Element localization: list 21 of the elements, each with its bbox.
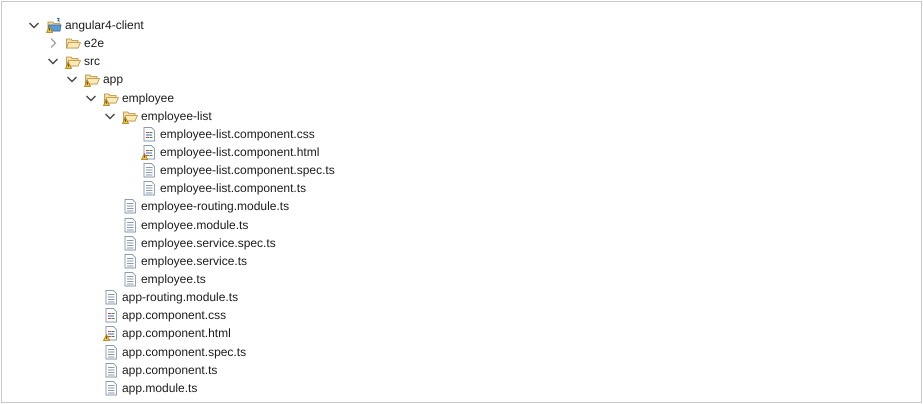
tree-item-label[interactable]: src bbox=[84, 55, 100, 68]
tree-item-label[interactable]: employee.module.ts bbox=[141, 218, 248, 231]
tree-item-label[interactable]: employee-list.component.html bbox=[160, 146, 320, 158]
tree-item-label[interactable]: app.component.css bbox=[122, 309, 226, 322]
tree-item-label[interactable]: employee.ts bbox=[141, 273, 206, 286]
tree-item-label[interactable]: app.component.spec.ts bbox=[122, 346, 246, 358]
tree-item-label[interactable]: employee.service.ts bbox=[141, 254, 248, 267]
tree-item-label[interactable]: employee-list.component.css bbox=[160, 128, 315, 140]
tree-item-label[interactable]: e2e bbox=[84, 37, 104, 50]
tree-item-label[interactable]: app.component.html bbox=[122, 327, 231, 340]
tree-item-label[interactable]: employee-list.component.ts bbox=[160, 182, 306, 194]
tree-item-label[interactable]: employee-routing.module.ts bbox=[141, 200, 290, 212]
tree-item-label[interactable]: app-routing.module.ts bbox=[122, 291, 238, 304]
tree-item-label[interactable]: app.component.ts bbox=[122, 364, 218, 376]
tree-item-label[interactable]: employee.service.spec.ts bbox=[141, 236, 276, 249]
tree-item-label[interactable]: app bbox=[103, 73, 124, 86]
tree-item-label[interactable]: employee-list bbox=[141, 110, 212, 122]
tree-item-label[interactable]: employee bbox=[122, 92, 174, 104]
tree-item-label[interactable]: employee-list.component.spec.ts bbox=[160, 164, 335, 176]
tree-item-label[interactable]: angular4-client bbox=[65, 19, 144, 32]
tree-item-label[interactable]: app.module.ts bbox=[122, 382, 198, 394]
